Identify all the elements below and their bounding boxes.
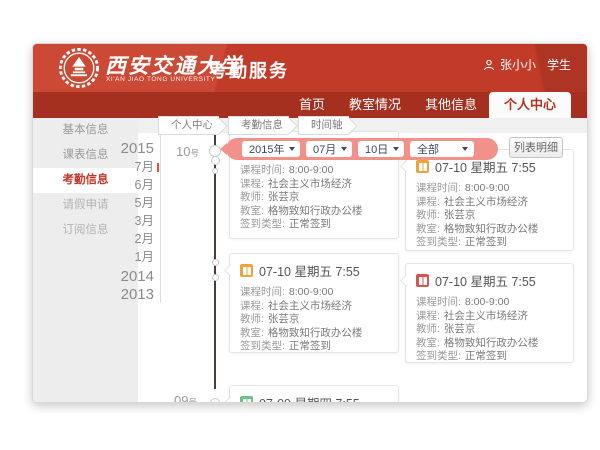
chevron-down-icon <box>393 147 399 151</box>
card-fields: 课程时间:8:00-9:00 课程:社会主义市场经济 教师:张芸京 教室:格物致… <box>240 164 388 232</box>
orange-stamp-icon <box>240 264 253 277</box>
scale-month-jun[interactable]: 6月 <box>93 176 154 194</box>
nav-tab-personal-center[interactable]: 个人中心 <box>489 92 571 118</box>
attendance-card[interactable]: 07-10 星期五 7:55 课程时间:8:00-9:00 课程:社会主义市场经… <box>405 263 574 363</box>
card-title: 07-10 星期五 7:55 <box>240 261 388 280</box>
scale-month-may[interactable]: 5月 <box>93 194 154 212</box>
scale-month-mar[interactable]: 3月 <box>93 212 154 230</box>
university-logo-icon <box>58 47 100 89</box>
timeline-node <box>212 259 219 266</box>
nav-tab-other-info[interactable]: 其他信息 <box>413 92 489 118</box>
timeline-node <box>210 398 220 403</box>
filter-arrow-icon <box>220 143 227 155</box>
day-select-value: 10日 <box>365 141 388 157</box>
green-stamp-icon <box>240 396 253 403</box>
content-area: 基本信息 课表信息 考勤信息 请假申请 订阅信息 个人中心 考勤信息 时间轴 2… <box>33 118 588 403</box>
screen: 西安交通大学 XI'AN JIAO TONG UNIVERSITY 考勤服务 张… <box>0 0 600 450</box>
main-nav: 首页 教室情况 其他信息 个人中心 <box>33 92 587 118</box>
day-marker-09: 09号 <box>174 392 197 403</box>
scale-month-jul[interactable]: 7月 <box>93 158 154 176</box>
scale-year-2015[interactable]: 2015 <box>93 140 154 158</box>
orange-stamp-icon <box>416 160 429 173</box>
attendance-card[interactable]: 07-09 星期四 7:55 <box>229 385 399 403</box>
month-select[interactable]: 07月 <box>306 141 352 157</box>
user-name: 张小小 <box>500 56 536 73</box>
timeline-node <box>211 156 220 165</box>
breadcrumb-timeline[interactable]: 时间轴 <box>298 116 349 135</box>
list-detail-button[interactable]: 列表明细 <box>509 137 563 158</box>
scale-divider <box>160 133 161 303</box>
card-fields: 课程时间:8:00-9:00 课程:社会主义市场经济 教师:张芸京 教室:格物致… <box>416 182 563 250</box>
year-select-value: 2015年 <box>249 141 284 157</box>
scale-year-2014[interactable]: 2014 <box>93 268 154 286</box>
person-icon <box>483 59 495 71</box>
nav-tab-home[interactable]: 首页 <box>287 92 337 118</box>
card-fields: 课程时间:8:00-9:00 课程:社会主义市场经济 教师:张芸京 教室:格物致… <box>416 296 563 364</box>
card-title-text: 07-10 星期五 7:55 <box>259 261 360 280</box>
card-title: 07-10 星期五 7:55 <box>416 271 563 290</box>
card-fields: 课程时间:8:00-9:00 课程:社会主义市场经济 教师:张芸京 教室:格物致… <box>240 286 388 354</box>
month-select-value: 07月 <box>313 141 336 157</box>
chevron-down-icon <box>341 147 347 151</box>
year-select[interactable]: 2015年 <box>242 141 300 157</box>
date-filter-bar: 2015年 07月 10日 全部 <box>226 138 498 160</box>
attendance-card[interactable]: 07-10 星期五 7:55 课程时间:8:00-9:00 课程:社会主义市场经… <box>405 149 574 251</box>
app-title: 考勤服务 <box>209 57 289 83</box>
card-title-text: 07-10 星期五 7:55 <box>435 271 536 290</box>
breadcrumb-personal-center[interactable]: 个人中心 <box>158 116 219 135</box>
chevron-down-icon <box>289 147 295 151</box>
day-marker-10: 10号 <box>176 143 199 161</box>
university-name-en: XI'AN JIAO TONG UNIVERSITY <box>106 76 215 83</box>
attendance-card[interactable]: 07-10 星期五 7:55 课程时间:8:00-9:00 课程:社会主义市场经… <box>229 253 399 353</box>
type-select-value: 全部 <box>417 141 439 157</box>
app-window: 西安交通大学 XI'AN JIAO TONG UNIVERSITY 考勤服务 张… <box>32 43 588 403</box>
type-select[interactable]: 全部 <box>410 141 474 157</box>
breadcrumb-attendance[interactable]: 考勤信息 <box>228 116 289 135</box>
nav-tab-classrooms[interactable]: 教室情况 <box>337 92 413 118</box>
card-title: 07-09 星期四 7:55 <box>240 393 388 403</box>
chevron-down-icon <box>462 147 468 151</box>
day-select[interactable]: 10日 <box>358 141 404 157</box>
current-month-marker <box>157 163 159 172</box>
user-role: 学生 <box>547 56 571 73</box>
scale-year-2013[interactable]: 2013 <box>93 286 154 304</box>
scale-month-jan[interactable]: 1月 <box>93 248 154 266</box>
app-header: 西安交通大学 XI'AN JIAO TONG UNIVERSITY 考勤服务 张… <box>33 44 587 92</box>
scale-month-feb[interactable]: 2月 <box>93 230 154 248</box>
breadcrumb: 个人中心 考勤信息 时间轴 <box>158 116 349 133</box>
timeline-node <box>212 168 218 174</box>
red-stamp-icon <box>416 274 429 287</box>
timeline-node <box>212 274 219 281</box>
user-menu[interactable]: 张小小 学生 <box>483 56 571 73</box>
timeline-scale: 2015 7月 6月 5月 3月 2月 1月 2014 2013 <box>93 140 154 304</box>
card-title-text: 07-09 星期四 7:55 <box>259 393 360 403</box>
